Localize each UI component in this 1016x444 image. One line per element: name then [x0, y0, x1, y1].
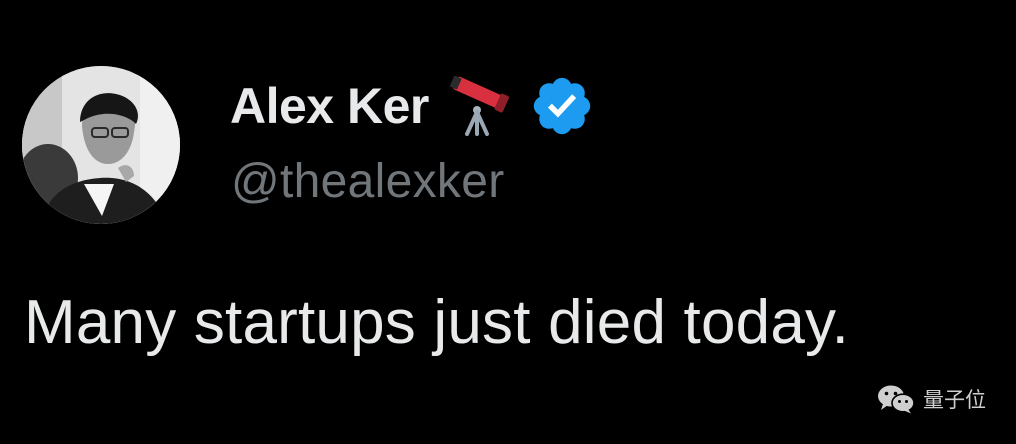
avatar-photo [22, 66, 180, 224]
avatar[interactable] [22, 66, 180, 224]
tweet-card: Alex Ker @thealexker Many startups just … [0, 0, 1016, 444]
tweet-text: Many startups just died today. [24, 288, 850, 357]
wechat-icon [877, 384, 915, 414]
author-display-name[interactable]: Alex Ker [230, 81, 429, 131]
author-handle[interactable]: @thealexker [231, 158, 505, 206]
author-name-row: Alex Ker [230, 70, 595, 142]
watermark-label: 量子位 [923, 388, 986, 412]
watermark: 量子位 [877, 384, 986, 414]
verified-badge-icon[interactable] [529, 73, 595, 139]
telescope-icon [447, 76, 511, 136]
